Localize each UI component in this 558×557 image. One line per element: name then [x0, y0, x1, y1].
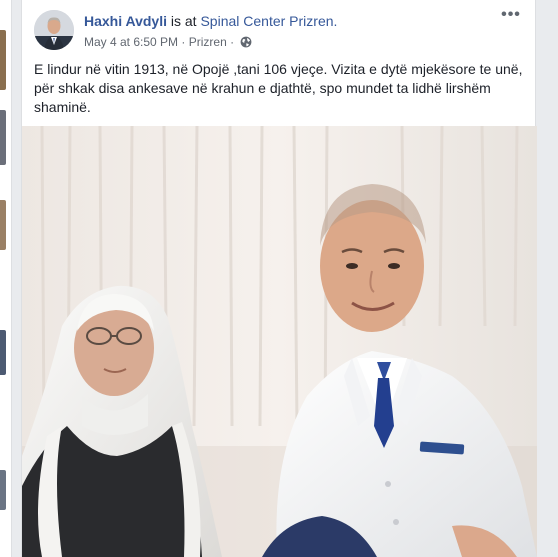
- sidebar-thumbnail[interactable]: [0, 470, 6, 510]
- place-link[interactable]: Spinal Center Prizren.: [200, 13, 337, 29]
- post-meta: Haxhi Avdyli is at Spinal Center Prizren…: [84, 12, 493, 50]
- post-photo[interactable]: [22, 126, 537, 557]
- page: Haxhi Avdyli is at Spinal Center Prizren…: [0, 0, 558, 557]
- sidebar-thumbnail[interactable]: [0, 330, 6, 375]
- sidebar-thumbnail[interactable]: [0, 30, 6, 90]
- more-options-icon[interactable]: •••: [499, 7, 523, 28]
- author-name-link[interactable]: Haxhi Avdyli: [84, 13, 167, 29]
- post-header: Haxhi Avdyli is at Spinal Center Prizren…: [34, 7, 523, 52]
- left-sidebar-edge: [0, 0, 12, 557]
- post-card: Haxhi Avdyli is at Spinal Center Prizren…: [21, 0, 537, 557]
- globe-icon[interactable]: [240, 36, 252, 48]
- separator-dot: ·: [181, 34, 186, 49]
- sidebar-thumbnail[interactable]: [0, 200, 6, 250]
- location-link[interactable]: Prizren: [189, 35, 227, 49]
- post-subtitle-line: May 4 at 6:50 PM · Prizren ·: [84, 33, 493, 50]
- post-text: E lindur në vitin 1913, në Opojë ,tani 1…: [34, 61, 523, 115]
- post-timestamp-link[interactable]: May 4 at 6:50 PM: [84, 35, 178, 49]
- checkin-connector: is at: [170, 13, 197, 29]
- avatar[interactable]: [34, 10, 74, 50]
- sidebar-thumbnail[interactable]: [0, 110, 6, 165]
- separator-dot: ·: [230, 34, 235, 49]
- post-title-line: Haxhi Avdyli is at Spinal Center Prizren…: [84, 12, 493, 30]
